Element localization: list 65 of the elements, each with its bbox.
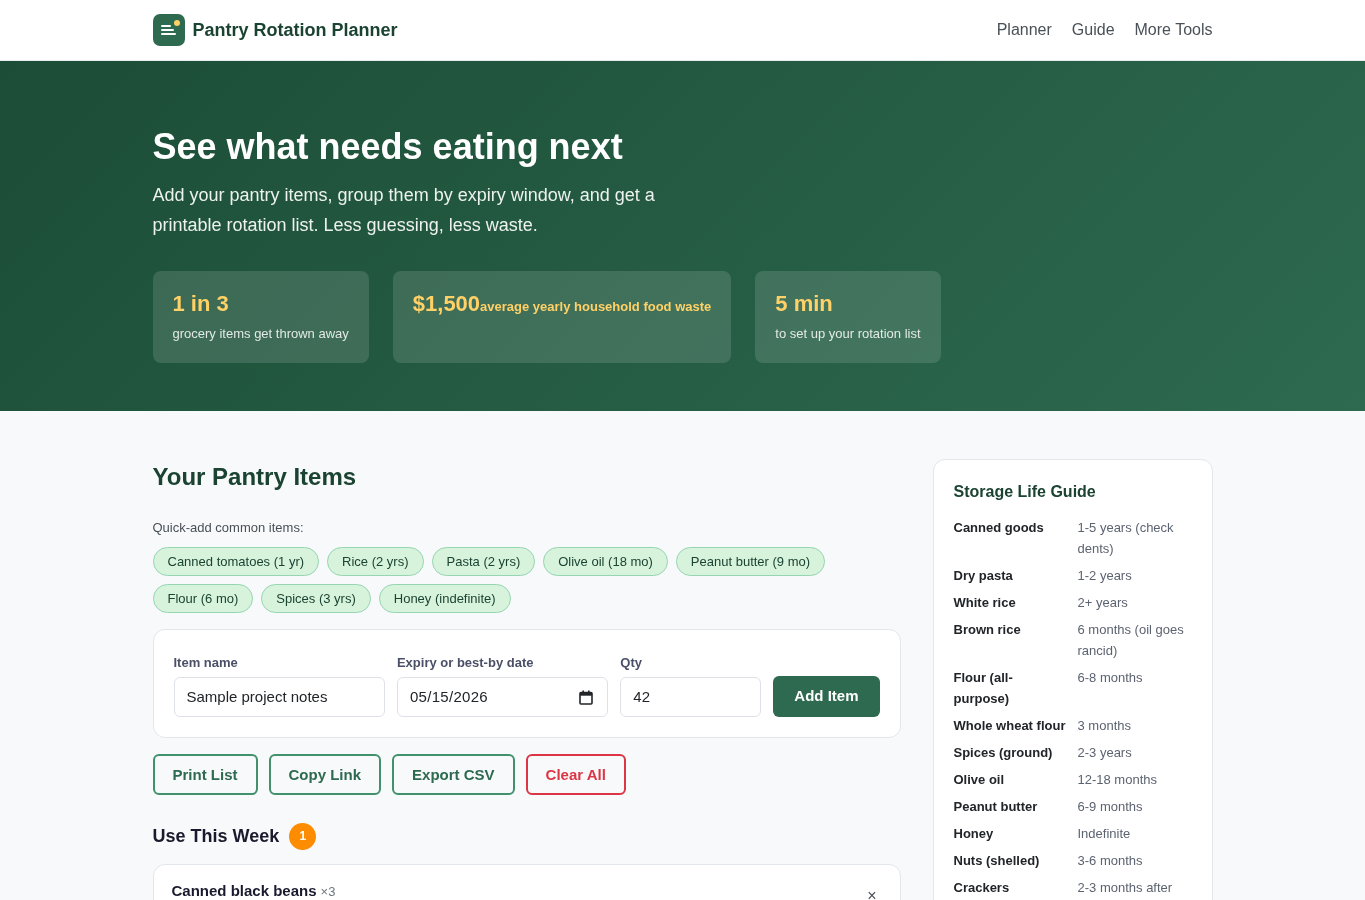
- shelf-life: 6-8 months: [1077, 669, 1144, 688]
- hero-description: Add your pantry items, group them by expiry window, and get a printable rotation list. Less guessing, less waste.: [152, 184, 656, 238]
- shelf-life: 3-6 months: [1077, 852, 1144, 871]
- field-label: Item name: [173, 654, 239, 673]
- quick-add-chip[interactable]: Honey (indefinite): [378, 584, 511, 614]
- shelf-life: 6 months (oil goes rancid): [1077, 621, 1185, 661]
- date-field[interactable]: 05/15/2026: [396, 676, 609, 717]
- shelf-life: 1-2 years: [1077, 567, 1133, 586]
- calendar-icon: [579, 689, 594, 705]
- list-logo-icon: [152, 14, 185, 46]
- shelf-life: Indefinite: [1077, 825, 1132, 844]
- quick-add-chip[interactable]: Flour (6 mo): [152, 584, 254, 614]
- item-name: Canned black beans: [171, 881, 317, 899]
- hero-heading: See what needs eating next: [152, 125, 624, 169]
- nav-link[interactable]: More Tools: [1134, 18, 1213, 42]
- food-name: White rice: [953, 589, 1078, 617]
- action-button[interactable]: Export CSV: [392, 753, 515, 795]
- item-quantity: ×3: [320, 883, 336, 899]
- brand-title: Pantry Rotation Planner: [192, 18, 398, 42]
- food-name: Whole wheat flour: [953, 712, 1078, 740]
- quantity-field[interactable]: 42: [620, 676, 762, 717]
- stat-label: grocery items get thrown away: [172, 324, 349, 343]
- guide-heading: Storage Life Guide: [953, 482, 1097, 502]
- quick-add-label: Quick-add common items:: [152, 518, 305, 537]
- stat-label: to set up your rotation list: [775, 324, 921, 343]
- stat-value: 1 in 3: [172, 291, 230, 318]
- quick-add-chip[interactable]: Olive oil (18 mo): [543, 547, 668, 577]
- input-field[interactable]: Sample project notes: [173, 676, 385, 717]
- quick-add-chip[interactable]: Canned tomatoes (1 yr): [152, 547, 320, 577]
- shelf-life: 12-18 months: [1077, 771, 1158, 790]
- action-button[interactable]: Clear All: [525, 753, 626, 795]
- group-heading: Use This Week: [152, 825, 280, 848]
- quick-add-chip[interactable]: Pasta (2 yrs): [431, 547, 536, 577]
- remove-button[interactable]: ×: [864, 889, 880, 900]
- food-name: Honey: [953, 820, 1078, 848]
- stat-value: 5 min: [775, 291, 834, 318]
- quick-add-chip[interactable]: Peanut butter (9 mo): [675, 547, 826, 577]
- food-name: Spices (ground): [953, 739, 1078, 767]
- shelf-life: 1-5 years (check dents): [1077, 519, 1175, 559]
- nav-link[interactable]: Planner: [996, 18, 1052, 42]
- food-name: Canned goods: [953, 514, 1078, 563]
- food-name: Olive oil: [953, 766, 1078, 794]
- action-button[interactable]: Print List: [152, 753, 258, 795]
- food-name: Crackers: [953, 874, 1078, 900]
- food-name: Peanut butter: [953, 793, 1078, 821]
- food-name: Nuts (shelled): [953, 847, 1078, 875]
- field-label: Expiry or best-by date: [396, 654, 535, 673]
- add-item-button[interactable]: Add Item: [773, 675, 880, 717]
- shelf-life: 2+ years: [1077, 594, 1129, 613]
- section-heading: Your Pantry Items: [152, 463, 358, 492]
- quick-add-chip[interactable]: Spices (3 yrs): [261, 584, 371, 614]
- shelf-life: 6-9 months: [1077, 798, 1144, 817]
- food-name: Flour (all-purpose): [953, 664, 1078, 713]
- nav-link[interactable]: Guide: [1071, 18, 1115, 42]
- shelf-life: 2-3 years: [1077, 744, 1133, 763]
- field-label: Qty: [620, 654, 644, 673]
- stat-label: average yearly household food waste: [480, 299, 712, 315]
- action-button[interactable]: Copy Link: [268, 753, 382, 795]
- shelf-life: 2-3 months after: [1077, 879, 1174, 898]
- stat-value: $1,500: [412, 291, 481, 318]
- food-name: Dry pasta: [953, 562, 1078, 590]
- quick-add-chip[interactable]: Rice (2 yrs): [327, 547, 424, 577]
- shelf-life: 3 months: [1077, 717, 1132, 736]
- count-badge: 1: [289, 822, 317, 850]
- food-name: Brown rice: [953, 616, 1078, 665]
